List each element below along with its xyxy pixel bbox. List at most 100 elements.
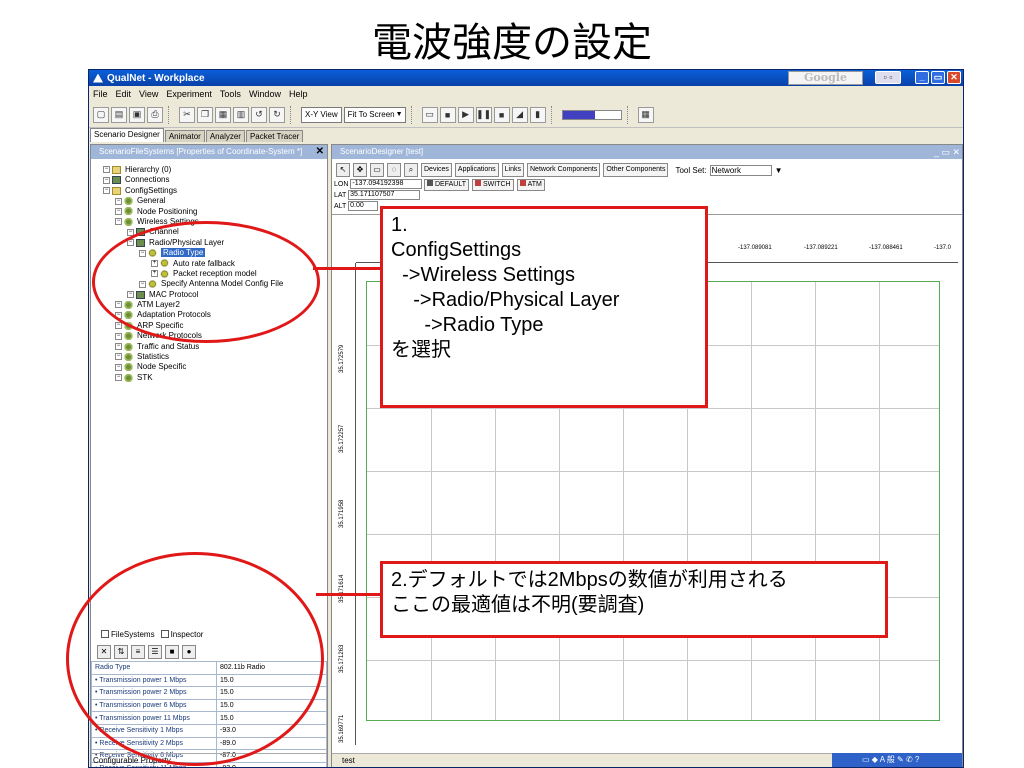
annotation-box-1: 1. ConfigSettings ->Wireless Settings ->… (380, 206, 708, 408)
tab-applications[interactable]: Applications (454, 163, 499, 177)
lon-input[interactable]: -137.094192398 (350, 179, 423, 189)
cut-icon[interactable]: ✂ (179, 106, 195, 123)
designer-tool-row: ↖ ✥ ▭ ◌ ⌕ Devices Applications Links Net… (336, 163, 783, 177)
menu-item-4[interactable]: Tools (220, 89, 241, 99)
tab-links[interactable]: Links (501, 163, 524, 177)
play-icon[interactable]: ▶ (457, 106, 474, 123)
tree-item-label: Traffic and Status (137, 341, 200, 351)
tree-item[interactable]: − Node Positioning (97, 207, 327, 217)
tree-item[interactable]: − Hierarchy (0) (97, 165, 327, 175)
gear-icon (124, 352, 133, 361)
toolbar-separator (410, 105, 417, 124)
lasso-icon[interactable]: ◌ (387, 163, 401, 177)
stop-square-icon[interactable]: ■ (493, 106, 510, 123)
print-icon[interactable]: ⎙ (147, 106, 163, 123)
speed-progress[interactable] (561, 109, 622, 120)
undo-icon[interactable]: ↺ (251, 106, 267, 123)
select-arrow-icon[interactable]: ↖ (336, 163, 350, 177)
expand-toggle-icon[interactable]: − (115, 322, 122, 330)
left-pane-header: ScenarioFileSystems [Properties of Coord… (91, 145, 327, 159)
window-controls-icon[interactable]: _ ▭ ✕ (934, 145, 960, 159)
restore-mini-button[interactable]: ▫ ▫ (875, 71, 901, 84)
annotation-box-2: 2.デフォルトでは2Mbpsの数値が利用される ここの最適値は不明(要調査) (380, 561, 888, 638)
device-switch[interactable]: SWITCH (472, 179, 514, 191)
tree-item[interactable]: − Connections (97, 175, 327, 185)
tab-analyzer[interactable]: Analyzer (205, 130, 245, 142)
menu-item-5[interactable]: Window (249, 89, 281, 99)
google-search-box[interactable]: Google (788, 71, 863, 85)
tree-item-label: Node Positioning (137, 206, 198, 216)
expand-toggle-icon[interactable]: − (115, 332, 122, 340)
right-pane-header: ScenarioDesigner [test] _ ▭ ✕ (332, 145, 962, 159)
maximize-button[interactable]: ▭ (931, 71, 945, 84)
tab-network-components[interactable]: Network Components (527, 163, 601, 177)
tab-devices[interactable]: Devices (421, 163, 452, 177)
lon-field: LON -137.094192398 (334, 179, 423, 189)
expand-toggle-icon[interactable]: − (115, 353, 122, 361)
delete-icon[interactable]: ▥ (233, 106, 249, 123)
tab-packet-tracer[interactable]: Packet Tracer (245, 130, 304, 142)
tab-animator[interactable]: Animator (164, 130, 205, 142)
expand-toggle-icon[interactable]: − (115, 218, 122, 226)
tree-item-label: General (137, 196, 166, 206)
lon-label: LON (334, 180, 349, 188)
menu-item-0[interactable]: File (93, 89, 108, 99)
tab-scenario-designer[interactable]: Scenario Designer (90, 128, 164, 142)
tree-item[interactable]: − STK (97, 373, 327, 383)
window-title: QualNet - Workplace (107, 72, 205, 84)
folder-icon (112, 186, 121, 195)
expand-toggle-icon[interactable]: − (115, 374, 122, 382)
tree-item-label: ConfigSettings (125, 185, 178, 195)
open-icon[interactable]: ▤ (111, 106, 127, 123)
chevron-down-icon[interactable]: ▼ (775, 166, 783, 175)
alt-input[interactable]: 0.00 (348, 201, 379, 211)
rectangle-select-icon[interactable]: ▭ (370, 163, 384, 177)
lat-input[interactable]: 35.171107507 (348, 190, 421, 200)
tree-item[interactable]: − ConfigSettings (97, 186, 327, 196)
close-icon[interactable]: ✕ (316, 145, 324, 159)
redo-icon[interactable]: ↻ (269, 106, 285, 123)
grid-line (367, 471, 939, 472)
pan-icon[interactable]: ✥ (353, 163, 367, 177)
expand-toggle-icon[interactable]: − (103, 187, 110, 195)
expand-toggle-icon[interactable]: − (115, 343, 122, 351)
copy-icon[interactable]: ❐ (197, 106, 213, 123)
paste-icon[interactable]: ▦ (215, 106, 231, 123)
grid-line (367, 660, 939, 661)
tree-item[interactable]: − General (97, 196, 327, 206)
save-icon[interactable]: ▣ (129, 106, 145, 123)
expand-toggle-icon[interactable]: − (115, 207, 122, 215)
calendar-icon[interactable]: ▦ (637, 106, 654, 123)
tree-item[interactable]: − Statistics (97, 352, 327, 362)
run-icon[interactable]: ▭ (421, 106, 438, 123)
menu-item-2[interactable]: View (139, 89, 158, 99)
stop-icon[interactable]: ■ (439, 106, 456, 123)
minimize-button[interactable]: _ (915, 71, 929, 84)
toolset-select[interactable]: Network (709, 164, 772, 176)
system-tray: ▭ ◆ A 般 ✎ ✆ ? (832, 753, 962, 767)
zoom-select[interactable]: Fit To Screen (343, 106, 406, 123)
close-button[interactable]: ✕ (947, 71, 961, 84)
tree-item[interactable]: − Traffic and Status (97, 342, 327, 352)
tree-item-label: Hierarchy (0) (125, 165, 172, 174)
device-switch-label: SWITCH (483, 181, 511, 188)
tree-item[interactable]: − Node Specific (97, 362, 327, 372)
new-icon[interactable]: ▢ (93, 106, 109, 123)
expand-toggle-icon[interactable]: − (103, 166, 110, 174)
menu-item-6[interactable]: Help (289, 89, 308, 99)
device-default[interactable]: DEFAULT (424, 179, 469, 191)
menu-item-3[interactable]: Experiment (166, 89, 212, 99)
menu-item-1[interactable]: Edit (116, 89, 132, 99)
tab-other-components[interactable]: Other Components (603, 163, 669, 177)
device-atm[interactable]: ATM (516, 179, 545, 191)
pause-icon[interactable]: ❚❚ (475, 106, 492, 123)
expand-toggle-icon[interactable]: − (103, 176, 110, 184)
lat-field: LAT 35.171107507 (334, 190, 421, 200)
ruler-top-label: -137.089081 (738, 245, 772, 251)
expand-toggle-icon[interactable]: − (115, 197, 122, 205)
expand-toggle-icon[interactable]: − (115, 363, 122, 371)
xy-view-button[interactable]: X-Y View (301, 106, 342, 123)
signal-icon[interactable]: ◢ (511, 106, 528, 123)
bar-chart-icon[interactable]: ▮ (529, 106, 546, 123)
zoom-icon[interactable]: ⌕ (404, 163, 418, 177)
